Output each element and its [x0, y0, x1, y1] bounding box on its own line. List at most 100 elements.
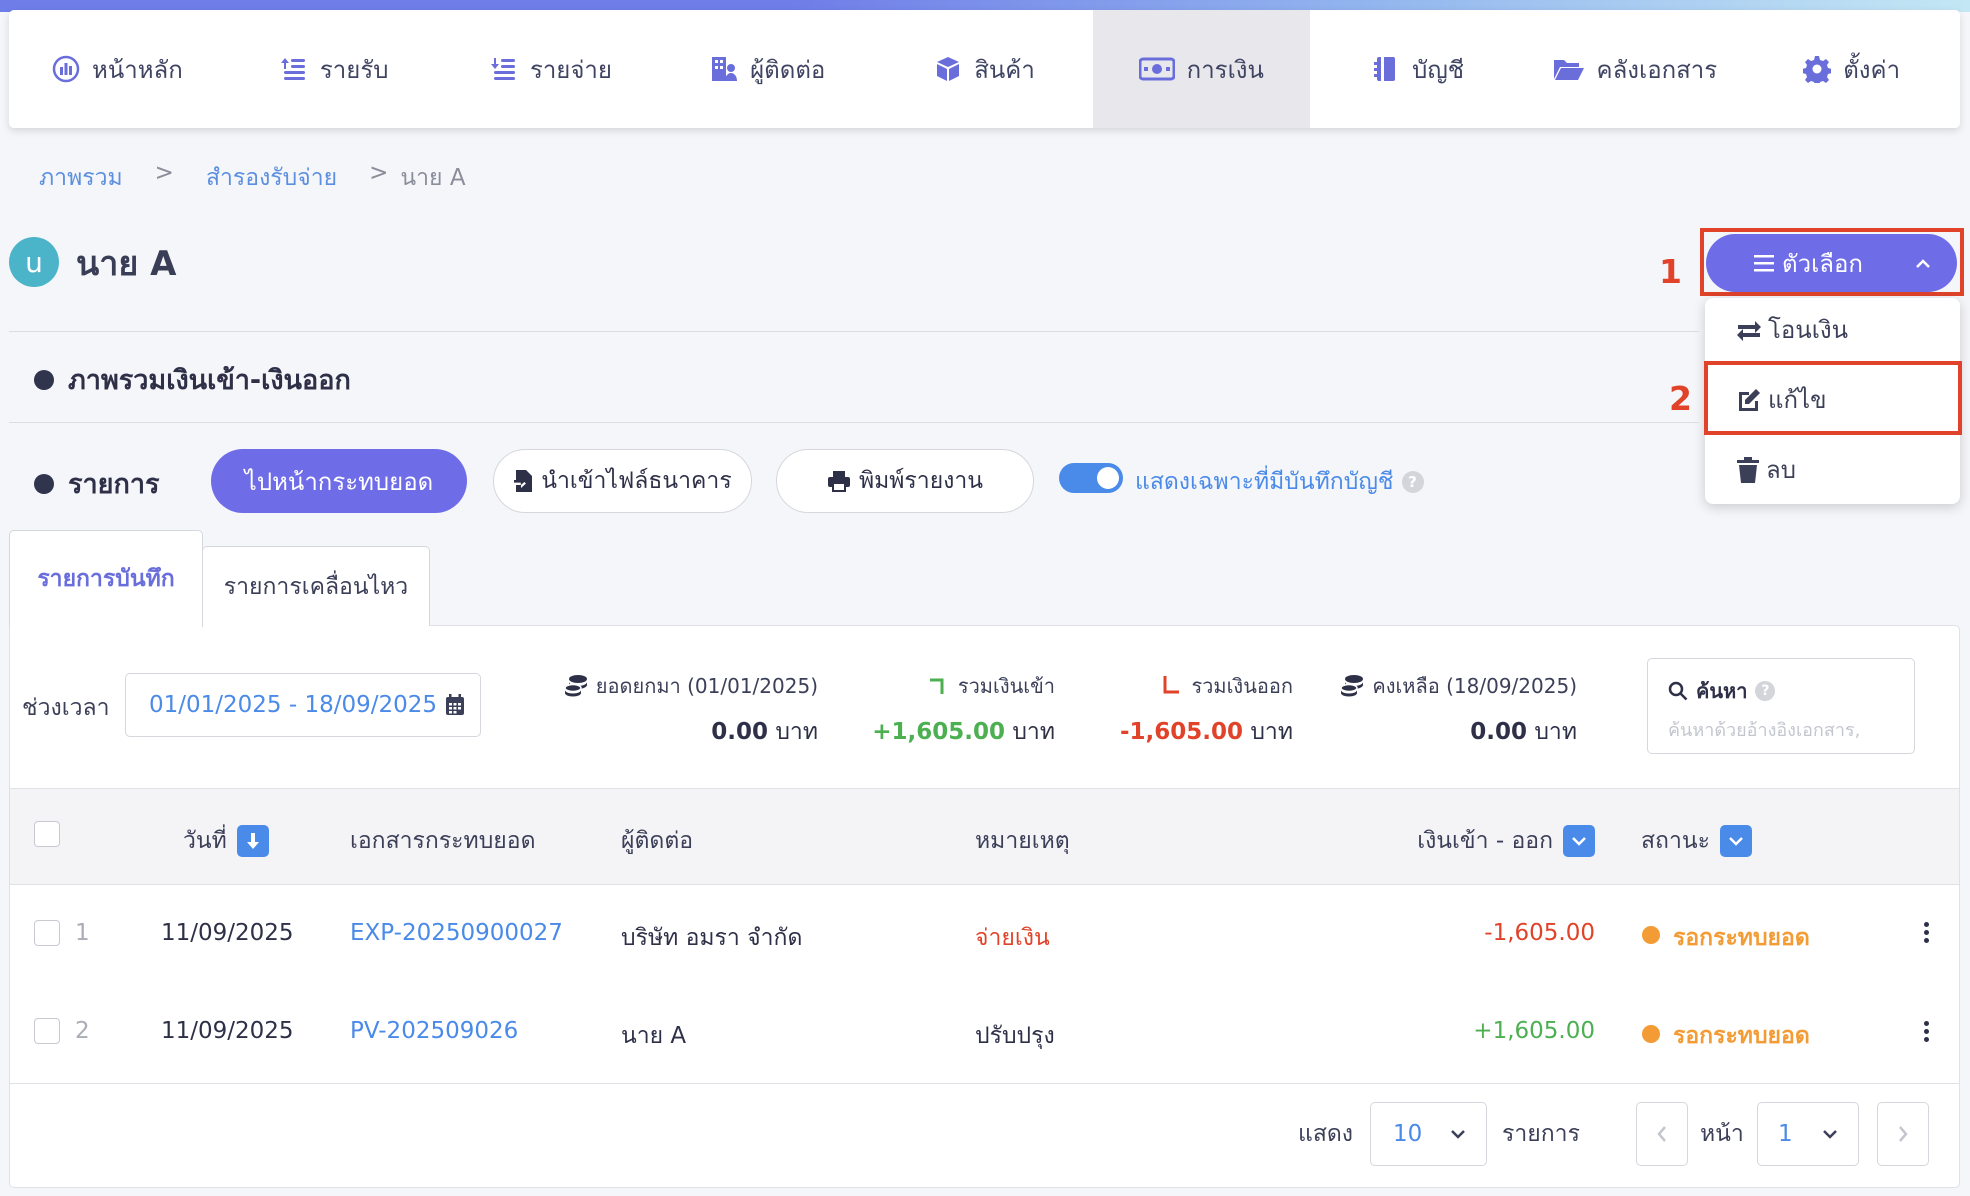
row-doc-link[interactable]: EXP-20250900027 [350, 920, 563, 946]
nav-item-products[interactable]: สินค้า [876, 10, 1093, 128]
row-number: 1 [75, 920, 90, 946]
search-input[interactable]: ค้นหาด้วยอ้างอิงเอกสาร, [1668, 715, 1904, 744]
page-size-label: แสดง [1298, 1121, 1354, 1147]
dashboard-icon [52, 55, 80, 83]
row-contact: บริษัท อมรา จำกัด [621, 925, 803, 951]
nav-item-income[interactable]: รายรับ [226, 10, 443, 128]
trash-icon [1736, 456, 1760, 483]
print-report-button[interactable]: พิมพ์รายงาน [776, 449, 1034, 513]
import-bank-label: นำเข้าไฟล์ธนาคาร [541, 468, 732, 494]
status-badge: รอกระทบยอด [1673, 925, 1810, 951]
breadcrumb-link-overview[interactable]: ภาพรวม [39, 160, 123, 196]
nav-item-settings[interactable]: ตั้งค่า [1743, 10, 1960, 128]
row-checkbox[interactable] [34, 920, 60, 946]
reconcile-button[interactable]: ไปหน้ากระทบยอด [211, 449, 467, 513]
nav-label: รายจ่าย [529, 55, 612, 84]
product-box-icon [934, 55, 962, 83]
nav-item-dashboard[interactable]: หน้าหลัก [9, 10, 226, 128]
money-icon [1138, 55, 1175, 83]
chevron-down-icon [1450, 1129, 1466, 1139]
menu-item-transfer[interactable]: โอนเงิน [1736, 310, 1848, 349]
breadcrumb-link-reserve[interactable]: สำรองรับจ่าย [206, 160, 337, 196]
prev-page-button[interactable] [1636, 1102, 1688, 1166]
nav-item-expense[interactable]: รายจ่าย [443, 10, 660, 128]
select-all-checkbox[interactable] [34, 821, 60, 847]
breadcrumb-separator: > [154, 160, 174, 186]
print-report-label: พิมพ์รายงาน [858, 468, 984, 494]
nav-item-documents[interactable]: คลังเอกสาร [1526, 10, 1743, 128]
summary-unit: บาท [1534, 719, 1577, 745]
section-overview[interactable]: ภาพรวมเงินเข้า-เงินออก [34, 358, 351, 401]
row-doc-link[interactable]: PV-202509026 [350, 1018, 518, 1044]
section-transactions: รายการ [34, 462, 160, 505]
calendar-icon [445, 694, 465, 716]
bullet-icon [34, 473, 54, 494]
gear-icon [1803, 55, 1832, 83]
avatar: u [9, 237, 59, 287]
nav-label: รายรับ [319, 55, 389, 84]
menu-item-label: ลบ [1766, 456, 1796, 484]
search-icon [1668, 681, 1688, 701]
period-label: ช่วงเวลา [22, 695, 110, 721]
breadcrumb: ภาพรวม > สำรองรับจ่าย > นาย A [39, 160, 466, 196]
help-icon[interactable]: ? [1401, 471, 1424, 493]
column-label: สถานะ [1641, 828, 1710, 854]
page-size-select[interactable]: 10 [1370, 1102, 1487, 1166]
date-range-picker[interactable]: 01/01/2025 - 18/09/2025 [125, 673, 481, 737]
summary-balance: คงเหลือ (18/09/2025) 0.00 บาท [1340, 670, 1577, 750]
date-range-value: 01/01/2025 - 18/09/2025 [149, 692, 438, 718]
divider [9, 422, 1699, 423]
page-value: 1 [1778, 1121, 1793, 1147]
row-note: จ่ายเงิน [975, 925, 1050, 951]
page-size-value: 10 [1393, 1121, 1423, 1147]
nav-item-contacts[interactable]: ผู้ติดต่อ [659, 10, 876, 128]
row-checkbox[interactable] [34, 1018, 60, 1044]
column-amount[interactable]: เงินเข้า - ออก [1417, 823, 1595, 859]
status-dot [1642, 1025, 1660, 1043]
tab-recorded[interactable]: รายการบันทึก [9, 530, 203, 627]
nav-label: บัญชี [1412, 55, 1465, 84]
summary-label: รวมเงินออก [1191, 674, 1293, 698]
show-recorded-toggle[interactable] [1059, 463, 1123, 493]
summary-value: 0.00 [1470, 719, 1527, 745]
nav-item-accounting[interactable]: บัญชี [1310, 10, 1527, 128]
row-amount: +1,605.00 [1473, 1018, 1595, 1044]
row-kebab-icon[interactable] [1924, 922, 1930, 946]
column-note: หมายเหตุ [975, 828, 1070, 854]
folder-icon [1553, 55, 1585, 83]
bullet-icon [34, 369, 54, 390]
nav-label: ตั้งค่า [1843, 55, 1901, 84]
annotation-step-2: 2 [1669, 379, 1692, 418]
summary-value: -1,605.00 [1119, 719, 1243, 745]
tab-movements[interactable]: รายการเคลื่อนไหว [202, 546, 430, 626]
summary-unit: บาท [1012, 719, 1055, 745]
highlight-box-options [1700, 228, 1964, 296]
summary-money-out: รวมเงินออก -1,605.00 บาท [1120, 670, 1293, 750]
page-select[interactable]: 1 [1757, 1102, 1859, 1166]
search-box[interactable]: ค้นหา ? ค้นหาด้วยอ้างอิงเอกสาร, [1647, 658, 1915, 754]
import-bank-button[interactable]: นำเข้าไฟล์ธนาคาร [493, 449, 752, 513]
row-date: 11/09/2025 [161, 1018, 294, 1044]
summary-label: รวมเงินเข้า [957, 674, 1055, 698]
breadcrumb-current: นาย A [400, 165, 466, 191]
column-status[interactable]: สถานะ [1641, 823, 1752, 859]
row-kebab-icon[interactable] [1924, 1021, 1930, 1045]
section-title: ภาพรวมเงินเข้า-เงินออก [68, 365, 351, 396]
nav-label: การเงิน [1186, 55, 1264, 84]
chevron-down-icon[interactable] [1719, 825, 1752, 857]
help-icon[interactable]: ? [1755, 681, 1776, 701]
sort-down-icon[interactable] [236, 825, 269, 857]
items-label: รายการ [1502, 1121, 1580, 1147]
column-date[interactable]: วันที่ [183, 823, 269, 859]
nav-label: คลังเอกสาร [1596, 55, 1718, 84]
coins-icon [564, 674, 588, 698]
nav-item-finance[interactable]: การเงิน [1092, 10, 1310, 128]
menu-item-delete[interactable]: ลบ [1736, 450, 1796, 489]
ledger-icon [1372, 55, 1400, 83]
annotation-step-1: 1 [1659, 252, 1682, 291]
chevron-down-icon[interactable] [1563, 825, 1595, 857]
nav-label: สินค้า [974, 55, 1035, 84]
highlight-box-edit [1704, 361, 1962, 435]
next-page-button[interactable] [1877, 1102, 1929, 1166]
search-label: ค้นหา [1696, 679, 1748, 703]
